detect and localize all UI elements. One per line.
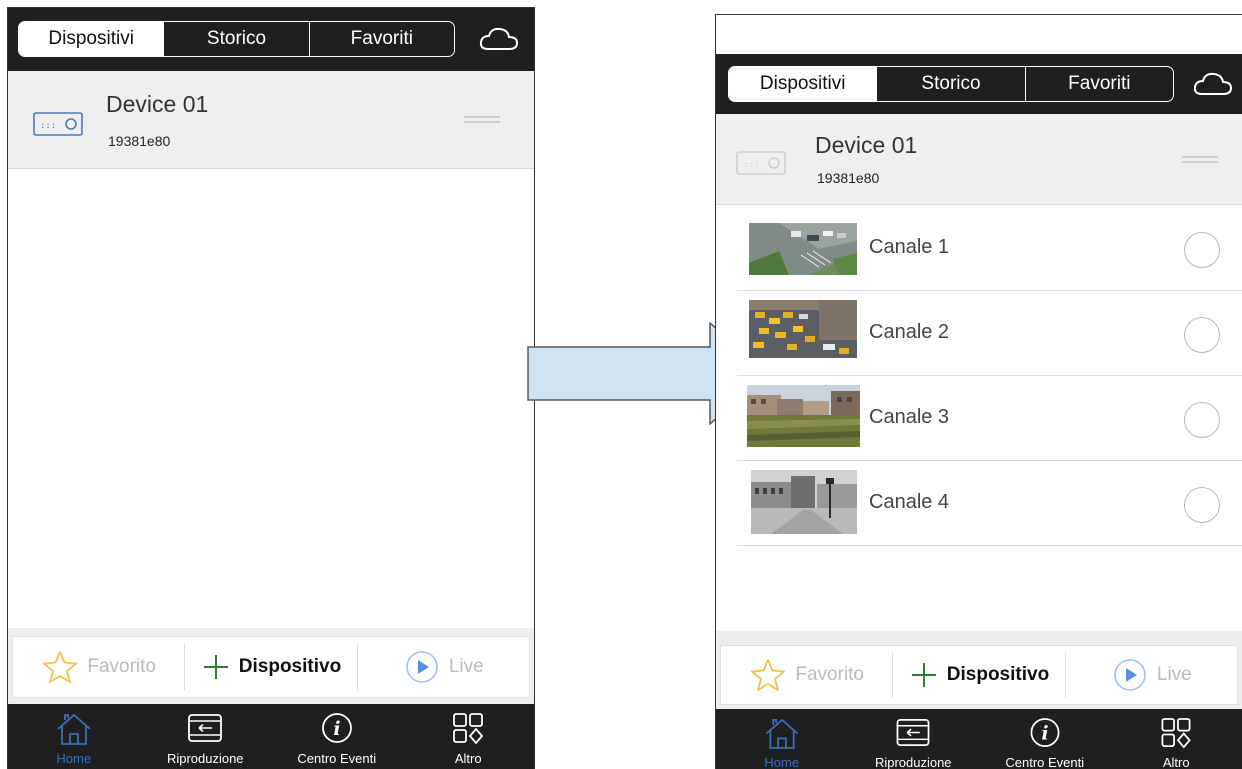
play-icon [1114, 659, 1146, 691]
tab-playback-label: Riproduzione [874, 755, 952, 769]
playback-icon [896, 719, 930, 747]
info-icon: i [321, 713, 352, 743]
plus-icon [203, 655, 228, 679]
add-device-button[interactable]: Dispositivo [892, 652, 1066, 698]
tab-events-label: Centro Eventi [1005, 755, 1085, 769]
home-icon [765, 718, 798, 749]
cloud-icon[interactable] [1192, 69, 1234, 99]
tab-home-label: Home [764, 755, 800, 769]
tab-home[interactable]: Home [716, 709, 848, 769]
channel-select-radio[interactable] [1184, 232, 1220, 268]
top-bar: Dispositivi Storico Favoriti [8, 8, 534, 71]
tab-bar: Home Riproduzione i Centro Eventi Altro [716, 709, 1242, 769]
device-icon: ::: [736, 151, 786, 175]
channel-label: Canale 1 [869, 236, 950, 258]
device-name: Device 01 [106, 91, 209, 117]
channel-label: Canale 3 [869, 406, 950, 428]
channel-thumbnail [749, 300, 857, 358]
tab-playback-label: Riproduzione [166, 751, 244, 766]
tab-dispositivi[interactable]: Dispositivi [729, 67, 878, 101]
plus-icon [911, 663, 936, 687]
tab-playback[interactable]: Riproduzione [848, 709, 980, 769]
star-icon [43, 651, 78, 683]
device-row[interactable]: ::: Device 01 19381e80 [8, 71, 534, 169]
tab-storico[interactable]: Storico [164, 22, 310, 56]
tab-events-label: Centro Eventi [297, 751, 377, 766]
info-icon: i [1030, 718, 1060, 747]
tab-dispositivi[interactable]: Dispositivi [19, 22, 165, 56]
tab-home[interactable]: Home [8, 704, 140, 769]
live-button[interactable]: Live [1066, 652, 1237, 698]
device-row[interactable]: ::: Device 01 19381e80 [716, 114, 1242, 205]
add-device-label: Dispositivo [946, 664, 1050, 685]
favorite-label: Favorito [87, 656, 156, 677]
home-icon [57, 713, 91, 745]
device-id: 19381e80 [817, 170, 880, 186]
tab-events[interactable]: i Centro Eventi [979, 709, 1111, 769]
segmented-control: Dispositivi Storico Favoriti [728, 66, 1174, 102]
star-icon [751, 659, 786, 691]
favorite-label: Favorito [795, 664, 864, 685]
channel-thumbnail [749, 223, 857, 275]
channel-thumbnail [747, 385, 860, 447]
favorite-button[interactable]: Favorito [721, 652, 892, 698]
svg-text:i: i [333, 718, 340, 740]
tab-playback[interactable]: Riproduzione [140, 704, 272, 769]
action-bar: Favorito Dispositivo Live [716, 631, 1242, 709]
more-icon [453, 713, 484, 745]
segmented-control: Dispositivi Storico Favoriti [18, 21, 455, 57]
drag-handle-icon[interactable] [1182, 155, 1218, 165]
channel-row[interactable]: Canale 3 [737, 376, 1242, 461]
screen-before: Dispositivi Storico Favoriti ::: Device … [7, 7, 535, 769]
channel-select-radio[interactable] [1184, 317, 1220, 353]
tab-events[interactable]: i Centro Eventi [271, 704, 403, 769]
channel-row[interactable]: Canale 4 [737, 461, 1242, 546]
svg-text::::: ::: [40, 121, 56, 131]
channel-thumbnail [751, 470, 857, 534]
cloud-icon[interactable] [478, 24, 520, 54]
add-device-button[interactable]: Dispositivo [184, 644, 358, 690]
tab-home-label: Home [56, 751, 92, 766]
add-device-label: Dispositivo [238, 656, 342, 677]
tab-favoriti[interactable]: Favoriti [310, 22, 454, 56]
more-icon [1161, 718, 1191, 749]
channel-label: Canale 2 [869, 321, 950, 343]
live-label: Live [448, 656, 484, 677]
tab-bar: Home Riproduzione i Centro Eventi Altro [8, 704, 534, 769]
channel-select-radio[interactable] [1184, 402, 1220, 438]
tab-more[interactable]: Altro [403, 704, 535, 769]
device-id: 19381e80 [108, 133, 171, 149]
channel-row[interactable]: Canale 1 [737, 206, 1242, 291]
device-name: Device 01 [815, 132, 918, 158]
action-bar: Favorito Dispositivo Live [8, 628, 534, 704]
live-label: Live [1156, 664, 1192, 685]
tab-favoriti[interactable]: Favoriti [1026, 67, 1173, 101]
favorite-button[interactable]: Favorito [13, 644, 184, 690]
screen-after: Dispositivi Storico Favoriti ::: Device … [715, 14, 1242, 769]
top-bar: Dispositivi Storico Favoriti [716, 54, 1242, 114]
svg-text::::: ::: [743, 160, 759, 170]
tab-more[interactable]: Altro [1111, 709, 1242, 769]
device-icon: ::: [33, 112, 83, 136]
tab-storico[interactable]: Storico [877, 67, 1026, 101]
play-icon [406, 651, 438, 683]
playback-icon [188, 714, 223, 742]
drag-handle-icon[interactable] [464, 115, 500, 125]
channel-select-radio[interactable] [1184, 487, 1220, 523]
svg-text:i: i [1041, 723, 1048, 744]
tab-more-label: Altro [1162, 755, 1190, 769]
channel-label: Canale 4 [869, 491, 950, 513]
live-button[interactable]: Live [358, 644, 529, 690]
channel-row[interactable]: Canale 2 [737, 291, 1242, 376]
tab-more-label: Altro [454, 751, 482, 766]
